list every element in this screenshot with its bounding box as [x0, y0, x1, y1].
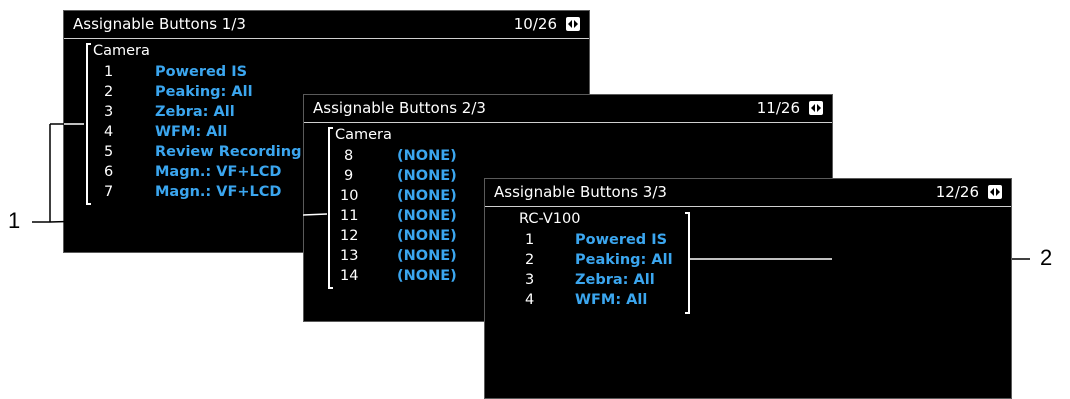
callout-leaders: [32, 123, 1030, 260]
callout-2: 2: [1040, 245, 1053, 270]
leader-line: [302, 213, 328, 216]
leader-line: [49, 213, 328, 223]
callout-1: 1: [8, 208, 21, 233]
